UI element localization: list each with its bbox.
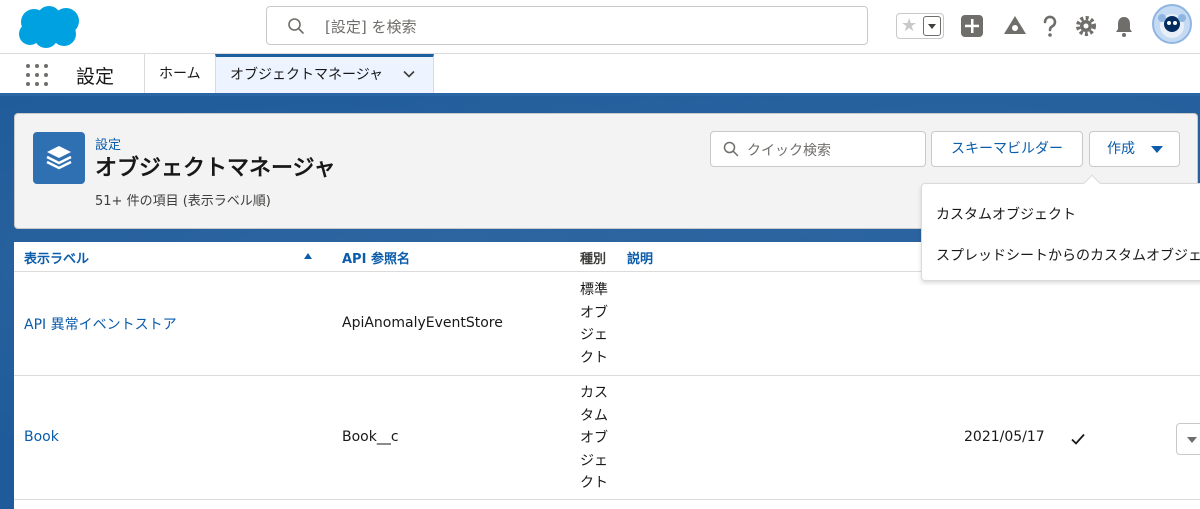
column-header-type: 種別 — [580, 252, 607, 267]
objects-table: 表示ラベル API 参照名 種別 説明 API 異常イベントストア ApiAno… — [14, 242, 1200, 509]
sort-ascending-icon[interactable] — [304, 253, 312, 259]
add-icon[interactable] — [960, 14, 984, 38]
schema-builder-button[interactable]: スキーマビルダー — [931, 131, 1083, 167]
table-row: API 異常イベントストア ApiAnomalyEventStore 標準オブジ… — [14, 272, 1200, 376]
star-icon: ★ — [901, 15, 918, 36]
search-icon — [723, 141, 739, 157]
checkmark-icon — [1071, 433, 1085, 445]
column-header-label[interactable]: 表示ラベル — [24, 248, 89, 267]
trailhead-icon[interactable] — [1003, 14, 1027, 38]
quick-search-input[interactable]: クイック検索 — [710, 131, 926, 167]
app-name: 設定 — [76, 66, 115, 88]
help-icon[interactable] — [1038, 14, 1062, 38]
chevron-down-icon[interactable] — [403, 68, 415, 80]
type-cell: 標準オブジェクト — [580, 282, 608, 366]
tab-object-manager-label: オブジェクトマネージャ — [230, 67, 384, 83]
global-search-input[interactable]: [設定] を検索 — [266, 6, 868, 45]
object-manager-icon — [33, 132, 85, 184]
tab-object-manager[interactable]: オブジェクトマネージャ — [215, 54, 434, 93]
global-header: [設定] を検索 ★ — [0, 0, 1200, 54]
favorites-dropdown-icon[interactable] — [923, 16, 941, 36]
caret-down-icon — [1151, 146, 1163, 153]
quick-search-placeholder: クイック検索 — [747, 143, 831, 159]
type-cell: カスタムオブジェクト — [580, 385, 608, 492]
api-name-cell: ApiAnomalyEventStore — [342, 315, 503, 331]
app-nav-bar: 設定 ホーム オブジェクトマネージャ — [0, 54, 1200, 96]
row-actions-button[interactable] — [1176, 423, 1200, 455]
item-count: 51+ 件の項目 (表示ラベル順) — [95, 194, 271, 209]
setup-gear-icon[interactable] — [1074, 14, 1098, 38]
last-modified-cell: 2021/05/17 — [964, 429, 1045, 445]
user-avatar[interactable] — [1152, 4, 1192, 44]
create-button-label: 作成 — [1107, 141, 1135, 157]
create-button[interactable]: 作成 — [1089, 131, 1180, 167]
column-header-api-name[interactable]: API 参照名 — [342, 248, 410, 267]
search-icon — [288, 18, 304, 34]
api-name-cell: Book__c — [342, 429, 399, 445]
create-dropdown-menu: カスタムオブジェクト スプレッドシートからのカスタムオブジェクト — [921, 174, 1200, 281]
astro-avatar-icon — [1158, 14, 1186, 38]
table-row: Book Book__c カスタムオブジェクト 2021/05/17 — [14, 376, 1200, 500]
menu-item-custom-object[interactable]: カスタムオブジェクト — [936, 204, 1076, 224]
salesforce-logo[interactable] — [16, 4, 84, 50]
column-header-description[interactable]: 説明 — [627, 248, 653, 267]
page-title: オブジェクトマネージャ — [95, 156, 336, 181]
app-launcher-icon[interactable] — [26, 64, 48, 86]
table-row — [14, 500, 1200, 509]
notifications-bell-icon[interactable] — [1112, 14, 1136, 38]
object-label-link[interactable]: API 異常イベントストア — [24, 314, 177, 334]
search-placeholder: [設定] を検索 — [325, 18, 417, 36]
favorites-button[interactable]: ★ — [896, 13, 944, 39]
menu-item-custom-object-from-spreadsheet[interactable]: スプレッドシートからのカスタムオブジェクト — [936, 245, 1200, 265]
tab-home[interactable]: ホーム — [144, 54, 215, 93]
object-label-link[interactable]: Book — [24, 429, 59, 445]
